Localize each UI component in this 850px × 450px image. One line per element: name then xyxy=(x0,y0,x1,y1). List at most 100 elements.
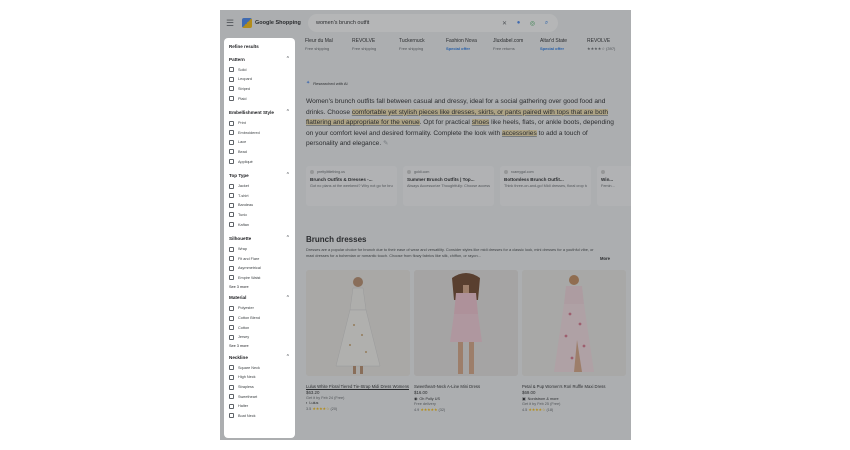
filter-option[interactable]: Jersey xyxy=(229,332,290,342)
checkbox[interactable] xyxy=(229,265,234,271)
see-more-link[interactable]: See 3 more xyxy=(229,344,290,348)
search-box[interactable]: ✕ ● ◎ ⌕ xyxy=(308,14,558,32)
chevron-up-icon[interactable]: ⌃ xyxy=(286,295,290,301)
edit-icon[interactable]: ✎ xyxy=(381,140,389,147)
search-input[interactable] xyxy=(316,20,501,26)
filter-option[interactable]: Plaid xyxy=(229,94,290,104)
merchant-item[interactable]: REVOLVE ★★★★☆ (397) xyxy=(582,37,629,61)
filter-option[interactable]: Tunic xyxy=(229,210,290,220)
source-card[interactable]: prettylittlething.us Brunch Outfits & Dre… xyxy=(306,166,397,206)
filter-option[interactable]: Strapless xyxy=(229,382,290,392)
filter-option[interactable]: Appliqué xyxy=(229,157,290,167)
chevron-up-icon[interactable]: ⌃ xyxy=(286,354,290,360)
product-name[interactable]: Petal & Pup Women's Rori Ruffle Maxi Dre… xyxy=(522,384,626,389)
checkbox[interactable] xyxy=(229,139,234,145)
checkbox[interactable] xyxy=(229,67,234,73)
chevron-up-icon[interactable]: ⌃ xyxy=(286,109,290,115)
product-card[interactable]: Lulus White Floral Tiered Tie-Strap Midi… xyxy=(306,270,410,412)
filter-option[interactable]: Leopard xyxy=(229,75,290,85)
close-icon[interactable]: ✕ xyxy=(501,20,508,27)
source-card[interactable]: roamygal.com Bottomless Brunch Outfit... T… xyxy=(500,166,591,206)
filter-group-header[interactable]: Silhouette ⌃ xyxy=(229,235,290,241)
checkbox[interactable] xyxy=(229,334,234,340)
filter-option[interactable]: Sweetheart xyxy=(229,392,290,402)
checkbox[interactable] xyxy=(229,86,234,92)
source-card[interactable]: Win... Femin... xyxy=(597,166,631,206)
checkbox[interactable] xyxy=(229,183,234,189)
checkbox[interactable] xyxy=(229,394,234,400)
filter-option[interactable]: Fit and Flare xyxy=(229,254,290,264)
filter-option[interactable]: Cotton xyxy=(229,323,290,333)
product-image[interactable] xyxy=(414,270,518,376)
filter-option[interactable]: Empire Waist xyxy=(229,273,290,283)
chevron-up-icon[interactable]: ⌃ xyxy=(286,172,290,178)
checkbox[interactable] xyxy=(229,374,234,380)
checkbox[interactable] xyxy=(229,159,234,165)
filter-option[interactable]: Bead xyxy=(229,147,290,157)
search-icon[interactable]: ⌕ xyxy=(543,20,550,27)
checkbox[interactable] xyxy=(229,384,234,390)
checkbox[interactable] xyxy=(229,365,234,371)
filter-option[interactable]: Jacket xyxy=(229,181,290,191)
filter-option[interactable]: T-shirt xyxy=(229,191,290,201)
hamburger-icon[interactable]: ☰ xyxy=(226,18,238,29)
checkbox[interactable] xyxy=(229,275,234,281)
merchant-item[interactable]: Jluxlabel.com Free returns xyxy=(488,37,535,61)
more-button[interactable]: More xyxy=(600,256,610,261)
filter-group-header[interactable]: Embellishment Style ⌃ xyxy=(229,109,290,115)
logo[interactable]: Google Shopping xyxy=(242,18,317,28)
source-card[interactable]: goldi.com Summer Brunch Outfits | Top... A… xyxy=(403,166,494,206)
product-name[interactable]: Lulus White Floral Tiered Tie-Strap Midi… xyxy=(306,384,410,389)
filter-option[interactable]: Wrap xyxy=(229,244,290,254)
filter-option[interactable]: Cotton Blend xyxy=(229,313,290,323)
checkbox[interactable] xyxy=(229,413,234,419)
checkbox[interactable] xyxy=(229,130,234,136)
merchant-item[interactable]: Fleur du Mal Free shipping xyxy=(300,37,347,61)
filter-option[interactable]: Kaftan xyxy=(229,220,290,230)
filter-option[interactable]: Asymmetrical xyxy=(229,264,290,274)
checkbox[interactable] xyxy=(229,315,234,321)
product-image[interactable] xyxy=(522,270,626,376)
filter-group-header[interactable]: Material ⌃ xyxy=(229,295,290,301)
merchant-item[interactable]: REVOLVE Free shipping xyxy=(347,37,394,61)
checkbox[interactable] xyxy=(229,202,234,208)
filter-option[interactable]: Bandeau xyxy=(229,201,290,211)
checkbox[interactable] xyxy=(229,193,234,199)
filter-group-header[interactable]: Pattern ⌃ xyxy=(229,56,290,62)
see-more-link[interactable]: See 3 more xyxy=(229,285,290,289)
checkbox[interactable] xyxy=(229,256,234,262)
checkbox[interactable] xyxy=(229,325,234,331)
filter-option[interactable]: Halter xyxy=(229,401,290,411)
product-card[interactable]: Petal & Pup Women's Rori Ruffle Maxi Dre… xyxy=(522,270,626,412)
filter-option[interactable]: Solid xyxy=(229,65,290,75)
checkbox[interactable] xyxy=(229,149,234,155)
filter-option[interactable]: High Neck xyxy=(229,373,290,383)
filter-option[interactable]: Embroidered xyxy=(229,128,290,138)
filter-option[interactable]: Lace xyxy=(229,138,290,148)
checkbox[interactable] xyxy=(229,96,234,102)
checkbox[interactable] xyxy=(229,120,234,126)
merchant-item[interactable]: Fashion Nova Special offer xyxy=(441,37,488,61)
product-image[interactable] xyxy=(306,270,410,376)
checkbox[interactable] xyxy=(229,76,234,82)
filter-option[interactable]: Striped xyxy=(229,84,290,94)
product-card[interactable]: Sweetheart-Neck A-Line Mini Dress $16.00… xyxy=(414,270,518,412)
ai-summary-fragment[interactable]: shoes xyxy=(471,119,490,126)
checkbox[interactable] xyxy=(229,212,234,218)
checkbox[interactable] xyxy=(229,246,234,252)
product-name[interactable]: Sweetheart-Neck A-Line Mini Dress xyxy=(414,384,518,389)
chevron-up-icon[interactable]: ⌃ xyxy=(286,235,290,241)
ai-summary-fragment[interactable]: accessories xyxy=(501,129,537,137)
chevron-up-icon[interactable]: ⌃ xyxy=(286,56,290,62)
filter-group-header[interactable]: Top Type ⌃ xyxy=(229,172,290,178)
lens-icon[interactable]: ◎ xyxy=(529,20,536,27)
filter-option[interactable]: Print xyxy=(229,118,290,128)
checkbox[interactable] xyxy=(229,403,234,409)
filter-option[interactable]: Square Neck xyxy=(229,363,290,373)
merchant-item[interactable]: Tuckernuck Free shipping xyxy=(394,37,441,61)
filter-option[interactable]: Boat Neck xyxy=(229,411,290,421)
filter-group-header[interactable]: Neckline ⌃ xyxy=(229,354,290,360)
checkbox[interactable] xyxy=(229,305,234,311)
checkbox[interactable] xyxy=(229,222,234,228)
mic-icon[interactable]: ● xyxy=(515,20,522,27)
